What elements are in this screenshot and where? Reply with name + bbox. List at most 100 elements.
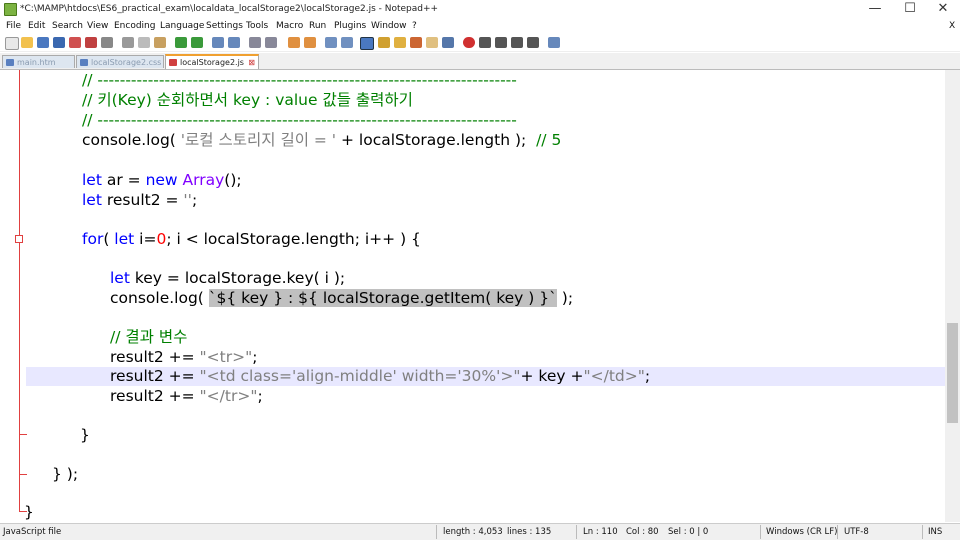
close-button[interactable]: ✕ <box>926 0 960 18</box>
paste-icon[interactable] <box>154 37 166 48</box>
vertical-scrollbar[interactable] <box>945 70 960 522</box>
code-token: ; <box>191 191 198 209</box>
status-divider <box>436 525 437 539</box>
code-line: result2 += "<tr>"; <box>110 347 257 367</box>
indent-guide-icon[interactable] <box>360 37 374 50</box>
code-token: } <box>24 503 34 521</box>
menu-view[interactable]: View <box>87 21 108 31</box>
code-token: key = localStorage.key( i ); <box>129 269 346 287</box>
monitoring-icon[interactable] <box>442 37 454 48</box>
new-file-icon[interactable] <box>5 37 19 50</box>
redo-icon[interactable] <box>191 37 203 48</box>
sync-vertical-icon[interactable] <box>288 37 300 48</box>
play-macro-icon[interactable] <box>495 37 507 48</box>
scrollbar-thumb[interactable] <box>947 323 958 423</box>
keyword: let <box>82 171 102 189</box>
fold-end-tick <box>19 474 27 475</box>
insert-mode[interactable]: INS <box>928 527 942 537</box>
tab-localstorage2-js[interactable]: localStorage2.js ⊠ <box>165 54 259 69</box>
menu-edit[interactable]: Edit <box>28 21 45 31</box>
comment: // 키(Key) 순회하면서 key : value 값들 출력하기 <box>82 91 413 109</box>
user-language-icon[interactable] <box>378 37 390 48</box>
menu-language[interactable]: Language <box>160 21 204 31</box>
menu-macro[interactable]: Macro <box>276 21 303 31</box>
encoding[interactable]: UTF-8 <box>844 527 869 537</box>
close-tab-icon[interactable]: ⊠ <box>248 56 255 69</box>
code-token: i= <box>134 230 157 248</box>
status-divider <box>922 525 923 539</box>
record-macro-icon[interactable] <box>463 37 475 48</box>
tab-main-htm[interactable]: main.htm <box>2 55 75 68</box>
close-file-icon[interactable] <box>69 37 81 48</box>
code-line: for( let i=0; i < localStorage.length; i… <box>82 229 421 249</box>
status-divider <box>576 525 577 539</box>
selection-info: Sel : 0 | 0 <box>668 527 709 537</box>
copy-icon[interactable] <box>138 37 150 48</box>
zoom-out-icon[interactable] <box>265 37 277 48</box>
number-literal: 0 <box>156 230 167 248</box>
status-divider <box>760 525 761 539</box>
code-token: (); <box>224 171 242 189</box>
tab-localstorage2-css[interactable]: localStorage2.css <box>76 55 164 68</box>
menu-window[interactable]: Window <box>371 21 407 31</box>
code-line: // 결과 변수 <box>110 327 187 347</box>
fold-end-tick <box>19 434 27 435</box>
code-token: result2 += <box>110 348 200 366</box>
string-literal: "</td>" <box>583 367 645 385</box>
file-icon <box>80 59 88 66</box>
unsaved-file-icon <box>169 59 177 66</box>
show-all-chars-icon[interactable] <box>341 37 353 48</box>
menu-tools[interactable]: Tools <box>246 21 268 31</box>
replace-icon[interactable] <box>228 37 240 48</box>
title-bar: *C:\MAMP\htdocs\ES6_practical_exam\local… <box>0 0 960 18</box>
zoom-in-icon[interactable] <box>249 37 261 48</box>
code-line: let key = localStorage.key( i ); <box>110 268 345 288</box>
document-close-button[interactable]: X <box>949 21 955 31</box>
menu-file[interactable]: File <box>6 21 21 31</box>
keyword: let <box>110 269 130 287</box>
function-list-icon[interactable] <box>410 37 422 48</box>
menu-settings[interactable]: Settings <box>206 21 243 31</box>
save-icon[interactable] <box>37 37 49 48</box>
code-line: } <box>24 502 34 522</box>
close-all-icon[interactable] <box>85 37 97 48</box>
cursor-column: Col : 80 <box>626 527 659 537</box>
minimize-button[interactable]: — <box>858 0 892 18</box>
undo-icon[interactable] <box>175 37 187 48</box>
word-wrap-icon[interactable] <box>325 37 337 48</box>
open-file-icon[interactable] <box>21 37 33 48</box>
keyword: new <box>145 171 178 189</box>
code-line: let ar = new Array(); <box>82 170 242 190</box>
stop-macro-icon[interactable] <box>479 37 491 48</box>
sync-horizontal-icon[interactable] <box>304 37 316 48</box>
eol-format[interactable]: Windows (CR LF) <box>766 527 837 537</box>
comment: // -------------------------------------… <box>82 71 517 89</box>
code-line: } ); <box>52 464 78 484</box>
notepad-plus-plus-icon <box>4 3 17 16</box>
folder-workspace-icon[interactable] <box>426 37 438 48</box>
menu-plugins[interactable]: Plugins <box>334 21 366 31</box>
selected-text: `${ key } : ${ localStorage.getItem( key… <box>208 289 557 307</box>
find-icon[interactable] <box>212 37 224 48</box>
play-multiple-macro-icon[interactable] <box>511 37 523 48</box>
string-literal: '로컬 스토리지 길이 = ' <box>180 131 337 149</box>
status-divider <box>837 525 838 539</box>
menu-search[interactable]: Search <box>52 21 83 31</box>
doc-map-icon[interactable] <box>394 37 406 48</box>
menu-encoding[interactable]: Encoding <box>114 21 155 31</box>
run-icon[interactable] <box>548 37 560 48</box>
code-line: // -------------------------------------… <box>82 110 517 130</box>
maximize-button[interactable]: ☐ <box>893 0 927 18</box>
code-token: + key + <box>520 367 584 385</box>
print-icon[interactable] <box>101 37 113 48</box>
code-token: result2 += <box>110 387 200 405</box>
menu-run[interactable]: Run <box>309 21 326 31</box>
tab-label: main.htm <box>17 58 56 67</box>
code-editor[interactable]: // -------------------------------------… <box>0 70 945 522</box>
save-all-icon[interactable] <box>53 37 65 48</box>
line-count: lines : 135 <box>507 527 552 537</box>
code-token: console.log( <box>110 289 209 307</box>
menu-help[interactable]: ? <box>412 21 417 31</box>
save-macro-icon[interactable] <box>527 37 539 48</box>
cut-icon[interactable] <box>122 37 134 48</box>
